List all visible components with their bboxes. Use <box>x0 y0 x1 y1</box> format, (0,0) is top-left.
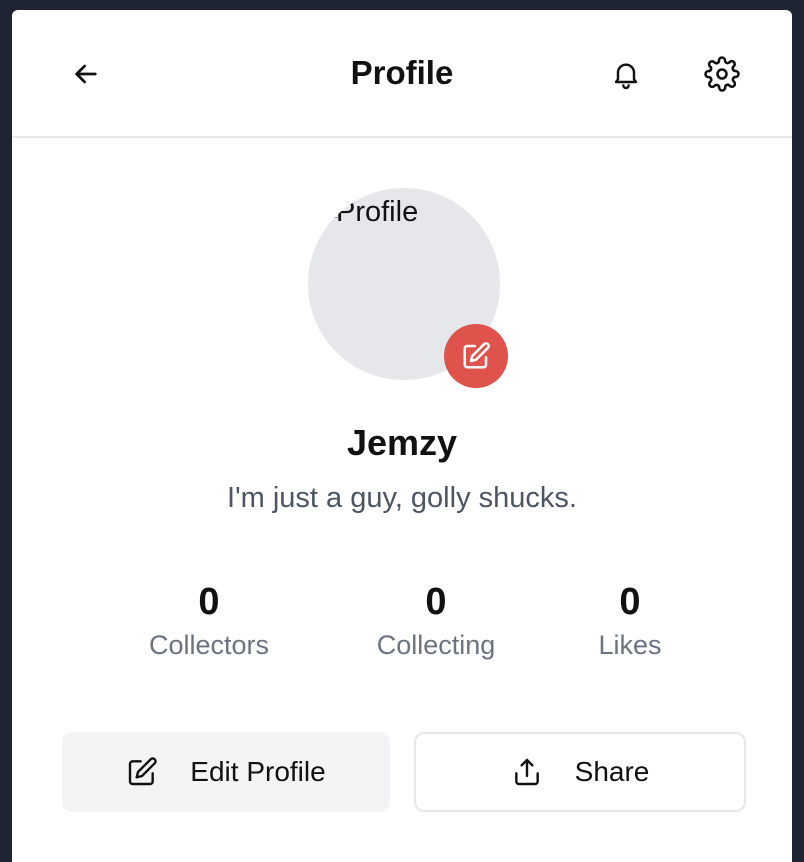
stat-likes[interactable]: 0 Likes <box>598 582 661 661</box>
stat-value: 0 <box>198 581 220 623</box>
profile-bio: I'm just a guy, golly shucks. <box>227 482 577 514</box>
edit-profile-button[interactable]: Edit Profile <box>62 732 390 812</box>
profile-screen: Profile Profile Jemzy I'm just a guy, go… <box>12 10 792 862</box>
page-title: Profile <box>350 54 454 91</box>
profile-name: Jemzy <box>346 422 458 463</box>
share-label: Share <box>574 756 650 787</box>
edit-avatar-button[interactable] <box>444 324 508 388</box>
pencil-square-icon <box>463 342 490 369</box>
stat-value: 0 <box>619 581 641 623</box>
avatar-alt-text: Profile <box>336 196 419 228</box>
stat-value: 0 <box>425 581 447 623</box>
stat-label: Collectors <box>148 630 270 660</box>
stat-label: Likes <box>598 630 662 660</box>
top-bar: Profile <box>12 10 792 138</box>
stat-label: Collecting <box>376 630 496 660</box>
stat-collecting[interactable]: 0 Collecting <box>377 582 496 661</box>
notifications-button[interactable] <box>602 50 650 98</box>
pencil-square-icon <box>126 756 158 788</box>
share-upload-icon <box>511 756 543 788</box>
edit-profile-label: Edit Profile <box>190 756 326 787</box>
stat-collectors[interactable]: 0 Collectors <box>149 582 269 661</box>
share-button[interactable]: Share <box>414 732 746 812</box>
gear-icon <box>704 56 740 92</box>
bell-icon <box>614 63 638 90</box>
settings-button[interactable] <box>698 50 746 98</box>
